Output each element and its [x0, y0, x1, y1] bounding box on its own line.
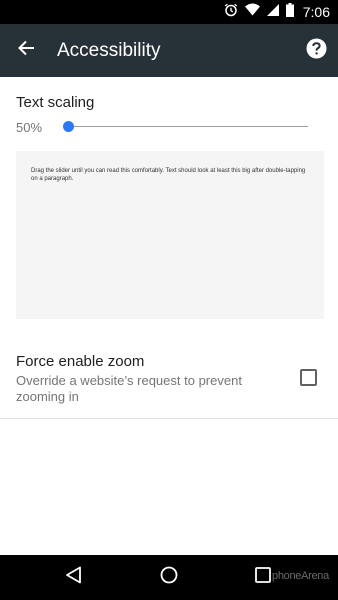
force-zoom-summary: Override a website’s request to prevent … [16, 373, 242, 404]
help-icon [306, 38, 327, 64]
back-button[interactable] [0, 24, 52, 77]
status-bar: 7:06 [0, 0, 338, 24]
cell-signal-icon [266, 3, 279, 21]
app-bar: Accessibility [0, 24, 338, 77]
nav-back-icon [65, 566, 83, 589]
status-time: 7:06 [302, 4, 330, 20]
status-icons: 7:06 [224, 0, 330, 24]
alarm-icon [224, 3, 238, 22]
divider [0, 418, 338, 419]
text-preview: Drag the slider until you can read this … [31, 168, 306, 182]
battery-icon [285, 2, 294, 22]
settings-content: Text scaling 50% Drag the slider until y… [0, 77, 338, 555]
page-title: Accessibility [57, 39, 161, 61]
nav-back-button[interactable] [49, 555, 99, 600]
watermark: phoneArena [272, 570, 329, 582]
text-scaling-slider[interactable] [62, 117, 310, 137]
nav-home-button[interactable] [144, 555, 194, 600]
force-zoom-checkbox[interactable] [300, 369, 317, 386]
arrow-back-icon [17, 39, 35, 62]
wifi-icon [244, 3, 260, 21]
text-scaling-value: 50% [16, 120, 43, 135]
nav-home-icon [160, 566, 178, 589]
force-zoom-title: Force enable zoom [16, 353, 145, 370]
slider-thumb[interactable] [62, 121, 74, 132]
nav-recents-icon [255, 567, 271, 588]
text-scaling-title: Text scaling [16, 94, 95, 111]
slider-track [68, 126, 308, 127]
force-zoom-row[interactable]: Force enable zoom Override a website’s r… [0, 342, 338, 418]
text-preview-box: Drag the slider until you can read this … [16, 151, 324, 319]
help-button[interactable] [294, 24, 338, 77]
